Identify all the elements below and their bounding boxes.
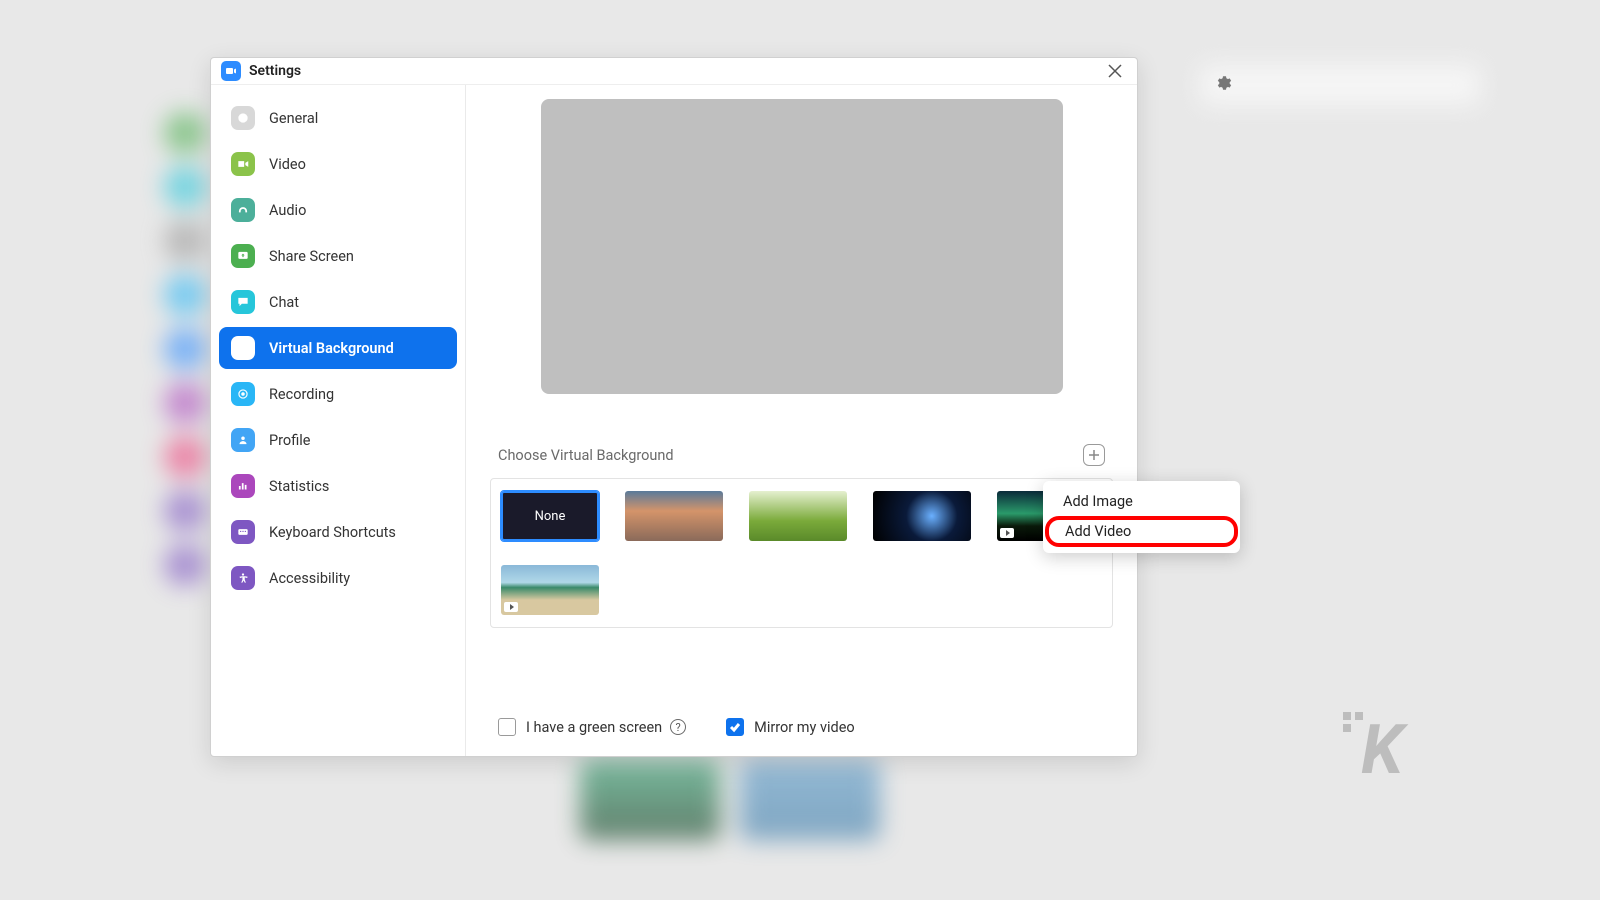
video-badge-icon: [504, 602, 518, 612]
mirror-video-checkbox[interactable]: Mirror my video: [726, 718, 855, 736]
sidebar-item-chat[interactable]: Chat: [219, 281, 457, 323]
sidebar-item-virtual-background[interactable]: Virtual Background: [219, 327, 457, 369]
menu-item-add-video[interactable]: Add Video: [1045, 516, 1238, 547]
sidebar-item-label: General: [269, 110, 318, 127]
green-screen-checkbox[interactable]: I have a green screen ?: [498, 718, 686, 736]
sidebar-item-video[interactable]: Video: [219, 143, 457, 185]
profile-icon: [231, 428, 255, 452]
audio-icon: [231, 198, 255, 222]
accessibility-icon: [231, 566, 255, 590]
sidebar-item-audio[interactable]: Audio: [219, 189, 457, 231]
add-background-menu: Add Image Add Video: [1043, 481, 1240, 553]
add-background-button[interactable]: [1083, 444, 1105, 466]
settings-sidebar: General Video Audio Share Screen: [211, 85, 466, 756]
background-thumb-grass[interactable]: [749, 491, 847, 541]
app-icon: [221, 61, 241, 81]
background-thumbnails: None: [501, 491, 1102, 615]
general-icon: [231, 106, 255, 130]
check-icon: [729, 721, 741, 733]
sidebar-item-label: Video: [269, 156, 306, 173]
watermark: K: [1361, 710, 1400, 790]
sidebar-item-label: Accessibility: [269, 570, 350, 587]
share-screen-icon: [231, 244, 255, 268]
statistics-icon: [231, 474, 255, 498]
sidebar-item-statistics[interactable]: Statistics: [219, 465, 457, 507]
dialog-body: General Video Audio Share Screen: [211, 85, 1137, 756]
sidebar-item-label: Statistics: [269, 478, 329, 495]
green-screen-label: I have a green screen: [526, 719, 662, 736]
checkbox-box: [726, 718, 744, 736]
mirror-label: Mirror my video: [754, 719, 855, 736]
sidebar-item-keyboard-shortcuts[interactable]: Keyboard Shortcuts: [219, 511, 457, 553]
video-icon: [231, 152, 255, 176]
help-icon[interactable]: ?: [670, 719, 686, 735]
backgrounds-container: None: [490, 478, 1113, 628]
video-badge-icon: [1000, 528, 1014, 538]
options-row: I have a green screen ? Mirror my video: [490, 718, 1113, 736]
dialog-header: Settings: [211, 58, 1137, 85]
settings-dialog: Settings General Video: [210, 57, 1138, 757]
sidebar-item-share-screen[interactable]: Share Screen: [219, 235, 457, 277]
sidebar-item-label: Share Screen: [269, 248, 354, 265]
background-thumb-beach[interactable]: [501, 565, 599, 615]
sidebar-item-label: Keyboard Shortcuts: [269, 524, 396, 541]
sidebar-item-label: Profile: [269, 432, 310, 449]
background-thumb-none[interactable]: None: [501, 491, 599, 541]
sidebar-item-label: Virtual Background: [269, 340, 394, 357]
sidebar-item-recording[interactable]: Recording: [219, 373, 457, 415]
background-thumb-space[interactable]: [873, 491, 971, 541]
keyboard-icon: [231, 520, 255, 544]
checkbox-box: [498, 718, 516, 736]
sidebar-item-profile[interactable]: Profile: [219, 419, 457, 461]
sidebar-item-label: Recording: [269, 386, 334, 403]
video-preview: [541, 99, 1063, 394]
close-icon: [1108, 64, 1122, 78]
background-thumb-bridge[interactable]: [625, 491, 723, 541]
virtual-background-icon: [231, 336, 255, 360]
close-button[interactable]: [1103, 59, 1127, 83]
section-title: Choose Virtual Background: [498, 447, 674, 464]
section-header: Choose Virtual Background: [498, 444, 1105, 466]
sidebar-item-general[interactable]: General: [219, 97, 457, 139]
none-label: None: [535, 509, 566, 524]
menu-item-add-image[interactable]: Add Image: [1043, 487, 1240, 516]
dialog-title: Settings: [249, 63, 301, 79]
plus-icon: [1088, 449, 1100, 461]
chat-icon: [231, 290, 255, 314]
sidebar-item-accessibility[interactable]: Accessibility: [219, 557, 457, 599]
sidebar-item-label: Chat: [269, 294, 299, 311]
gear-icon: [1214, 74, 1232, 96]
settings-main: Choose Virtual Background None: [466, 85, 1137, 756]
sidebar-item-label: Audio: [269, 202, 306, 219]
recording-icon: [231, 382, 255, 406]
